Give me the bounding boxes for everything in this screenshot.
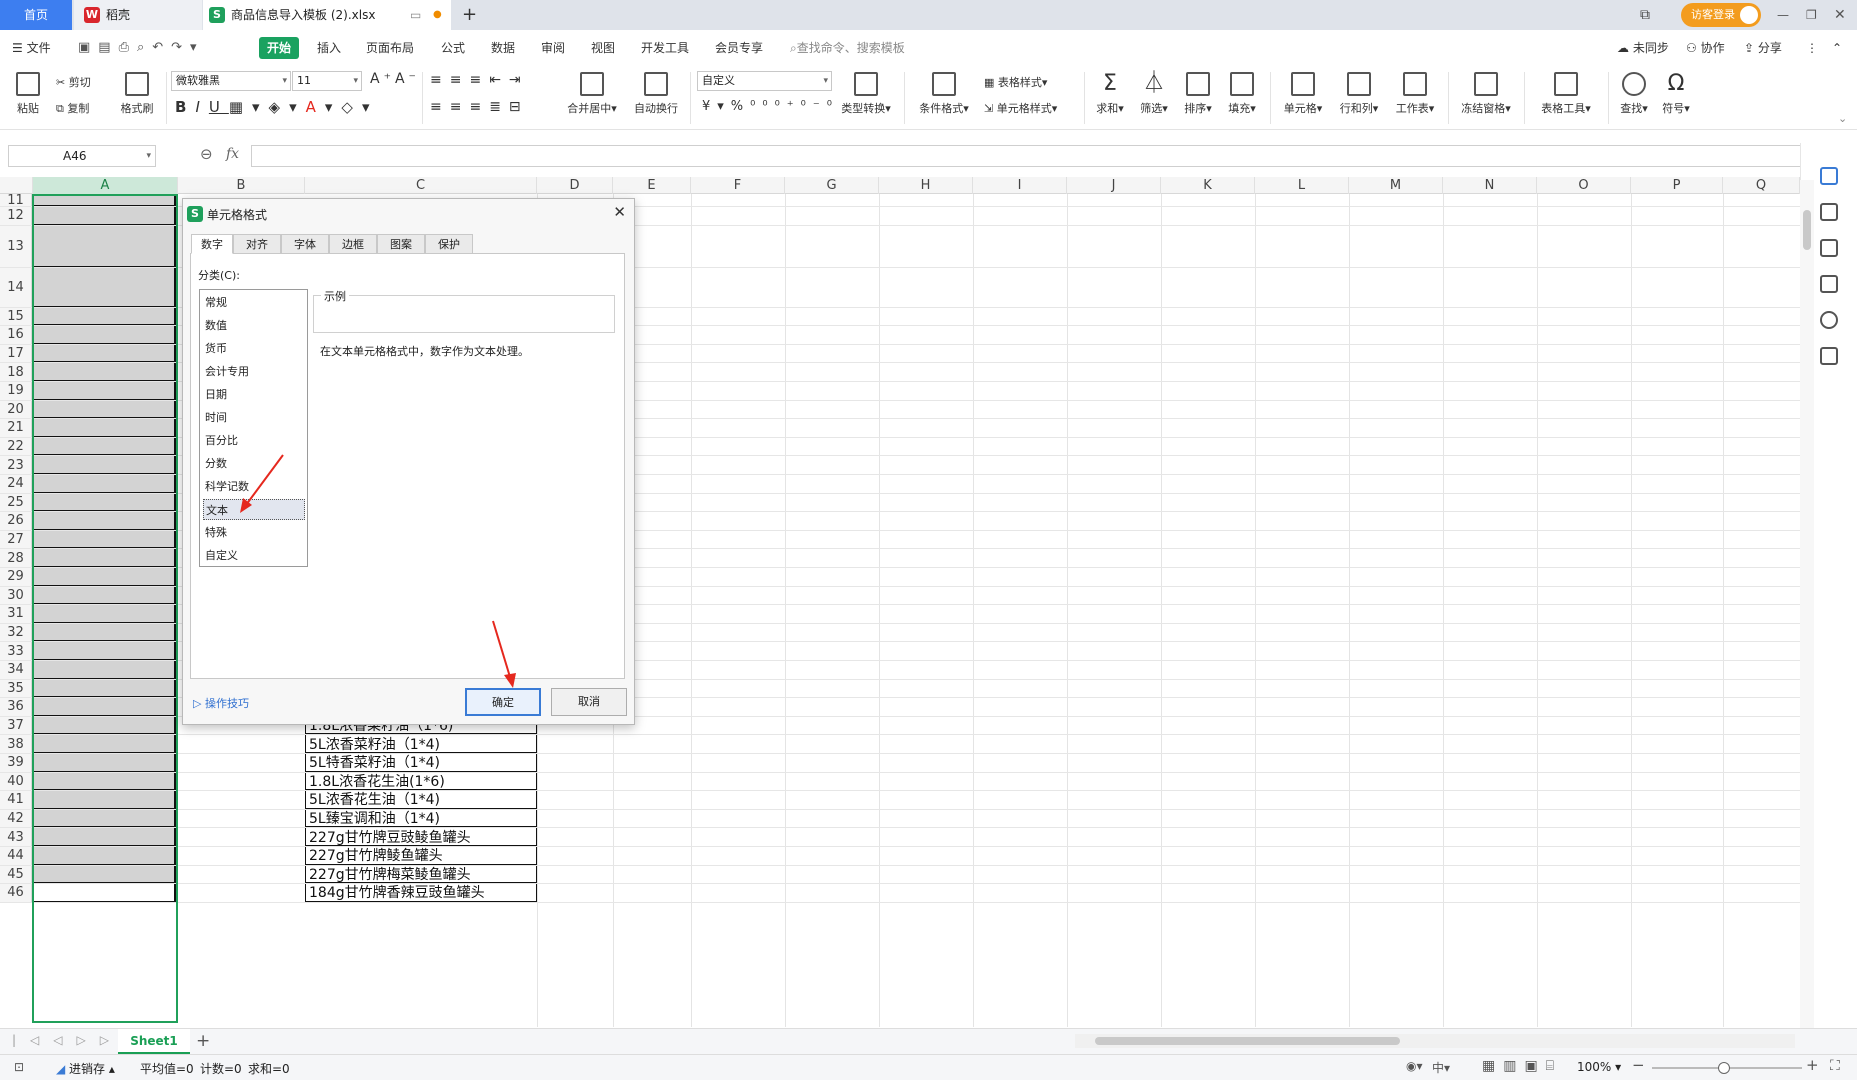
- vertical-scrollbar[interactable]: [1800, 180, 1814, 1028]
- fullscreen-icon[interactable]: ⛶: [1830, 1058, 1840, 1074]
- sheet-tab-active[interactable]: Sheet1: [118, 1029, 190, 1054]
- arrow-to-ok-button: [492, 620, 511, 678]
- status-sum: 求和=0: [248, 1062, 290, 1076]
- view-mode-icons[interactable]: ▦▥▣⌸: [1482, 1058, 1562, 1074]
- arrow-head-icon: [504, 673, 516, 688]
- monitor-icon[interactable]: ⊡: [14, 1060, 24, 1074]
- zoom-out-icon[interactable]: −: [1632, 1056, 1645, 1074]
- horizontal-scrollbar[interactable]: [1075, 1034, 1795, 1048]
- sliders-icon[interactable]: [1820, 239, 1838, 257]
- zoom-level[interactable]: 100% ▾: [1577, 1060, 1621, 1074]
- assistant-icon[interactable]: [1820, 167, 1838, 185]
- vertical-scroll-thumb[interactable]: [1803, 210, 1811, 250]
- zoom-label: 100%: [1577, 1060, 1612, 1074]
- zoom-slider-handle[interactable]: [1718, 1062, 1730, 1074]
- ime-label: 中: [1432, 1061, 1445, 1075]
- zoom-slider[interactable]: [1652, 1062, 1802, 1074]
- arrow-to-text-category: [245, 454, 284, 506]
- annotation-arrows: [240, 454, 516, 688]
- ime-indicator[interactable]: 中▾: [1432, 1059, 1450, 1076]
- help-icon[interactable]: [1820, 311, 1838, 329]
- status-bar: ⊡ ◢ 进销存 ▴ 平均值=0 计数=0 求和=0 ◉▾ 中▾ ▦▥▣⌸ 100…: [0, 1054, 1857, 1080]
- plugin-icon: ◢: [56, 1062, 70, 1076]
- horizontal-scroll-thumb[interactable]: [1095, 1037, 1400, 1045]
- eye-protect-icon[interactable]: ◉▾: [1406, 1059, 1423, 1073]
- status-average: 平均值=0: [140, 1062, 194, 1076]
- tab-number[interactable]: 数字: [191, 234, 233, 254]
- add-sheet-icon[interactable]: +: [196, 1031, 210, 1051]
- inventory-app-label: 进销存: [69, 1062, 106, 1076]
- settings-icon[interactable]: [1820, 275, 1838, 293]
- status-count: 计数=0: [200, 1062, 242, 1076]
- cursor-icon[interactable]: [1820, 203, 1838, 221]
- gallery-icon[interactable]: [1820, 347, 1838, 365]
- inventory-app[interactable]: ◢ 进销存 ▴: [56, 1060, 115, 1077]
- zoom-in-icon[interactable]: +: [1806, 1056, 1819, 1074]
- sheet-tab-bar: |◁◁▷▷| Sheet1 +: [0, 1028, 1857, 1054]
